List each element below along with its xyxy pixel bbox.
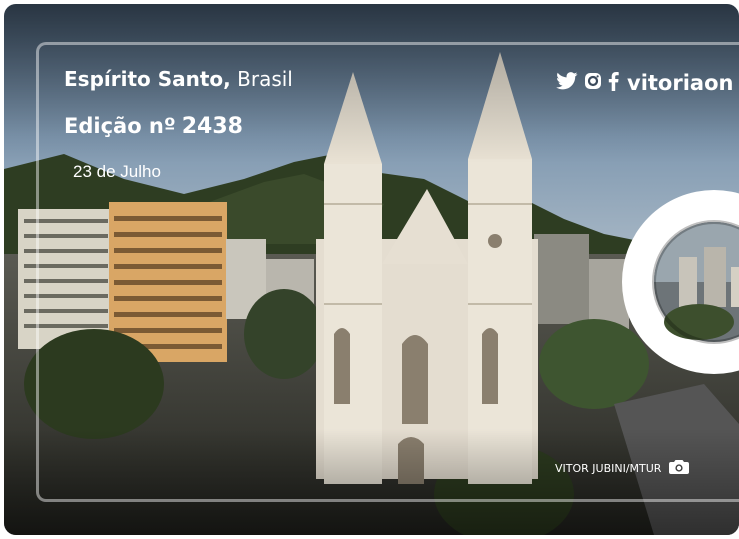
edition-date: 23 de Julho <box>73 162 161 181</box>
location-state: Espírito Santo, <box>64 67 231 91</box>
camera-icon <box>669 459 690 477</box>
twitter-icon[interactable] <box>556 72 578 94</box>
edition-number: 2438 <box>181 114 243 139</box>
location-country: Brasil <box>230 67 293 91</box>
photo-credit-text: VITOR JUBINI/MTUR <box>555 461 662 475</box>
location-title: Espírito Santo, Brasil <box>64 67 293 91</box>
magnifier-icon <box>622 190 739 374</box>
social-links: vitoriaon <box>556 70 733 96</box>
social-handle[interactable]: vitoriaon <box>627 71 733 95</box>
photo-card: Espírito Santo, Brasil Edição nº 2438 23 … <box>4 4 739 535</box>
edition-text: Edição nº <box>64 114 176 138</box>
edition-label: Edição nº 2438 <box>64 114 243 139</box>
instagram-icon[interactable] <box>584 72 602 94</box>
photo-credit: VITOR JUBINI/MTUR <box>555 459 690 477</box>
facebook-icon[interactable] <box>608 71 619 95</box>
